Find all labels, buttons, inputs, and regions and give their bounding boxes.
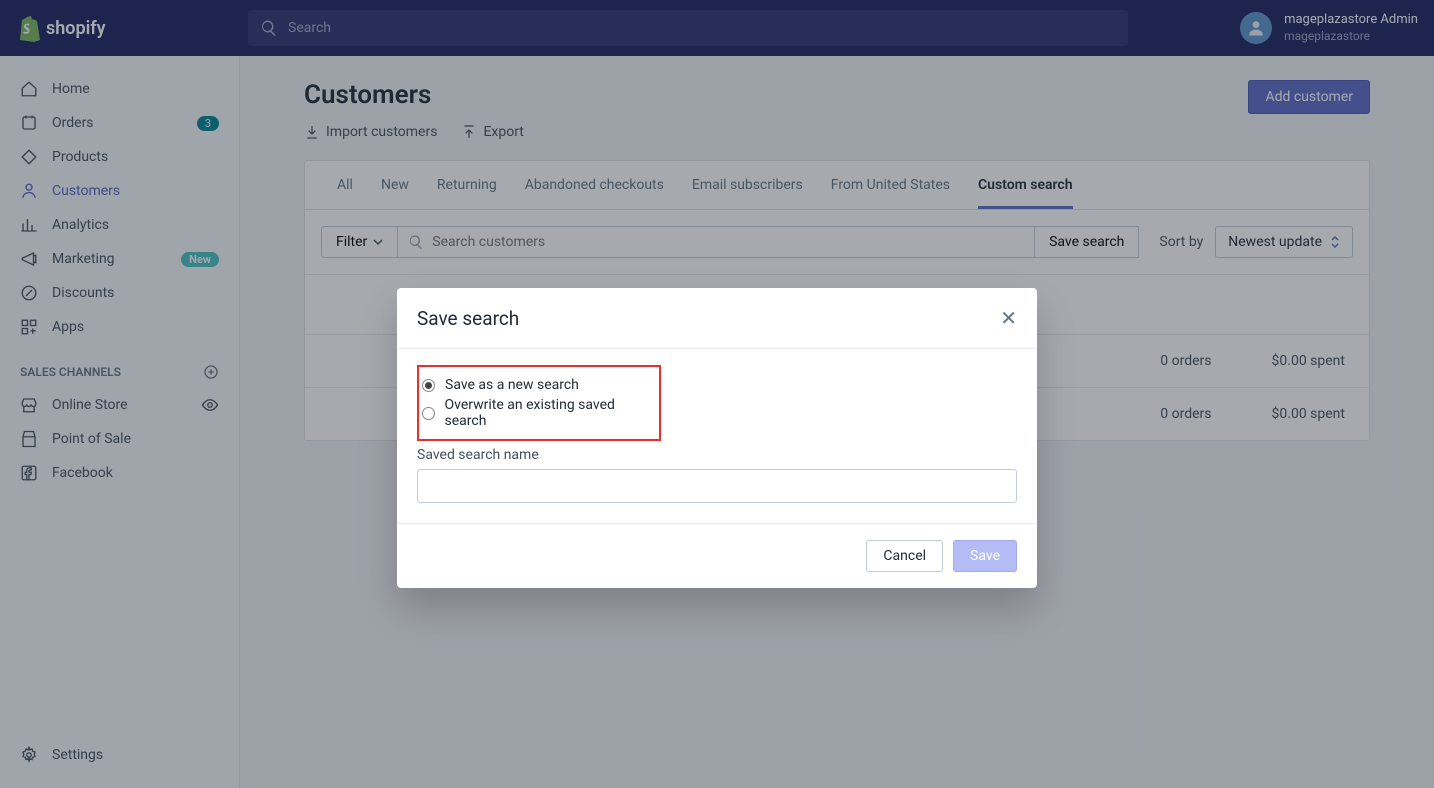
radio-save-new[interactable]: Save as a new search: [422, 375, 651, 395]
modal-title: Save search: [417, 307, 519, 330]
close-icon[interactable]: ✕: [1000, 306, 1017, 330]
radio-icon: [422, 407, 435, 420]
save-search-modal: Save search ✕ Save as a new search Overw…: [397, 288, 1037, 588]
cancel-button[interactable]: Cancel: [866, 540, 943, 572]
radio-overwrite[interactable]: Overwrite an existing saved search: [422, 395, 651, 431]
saved-search-name-input[interactable]: [417, 469, 1017, 503]
save-button[interactable]: Save: [953, 540, 1017, 572]
saved-search-name-label: Saved search name: [417, 447, 1017, 463]
radio-group-highlight: Save as a new search Overwrite an existi…: [417, 365, 661, 441]
modal-overlay[interactable]: Save search ✕ Save as a new search Overw…: [0, 0, 1434, 788]
radio-icon: [422, 379, 435, 392]
